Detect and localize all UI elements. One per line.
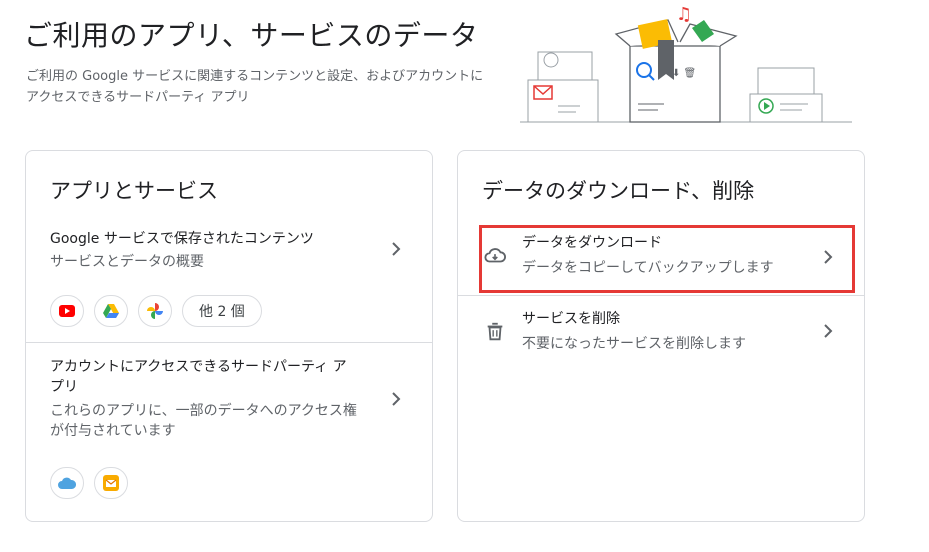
data-boxes-illustration: ♫ ⬇ 🗑 xyxy=(520,4,852,123)
page-title: ご利用のアプリ、サービスのデータ xyxy=(24,19,479,52)
data-card-title: データのダウンロード、削除 xyxy=(482,179,755,203)
chevron-right-icon xyxy=(824,324,833,338)
youtube-icon[interactable] xyxy=(50,295,84,327)
more-services-chip[interactable]: 他 2 個 xyxy=(182,295,262,327)
delete-service-subtitle: 不要になったサービスを削除します xyxy=(522,336,746,352)
delete-service-title: サービスを削除 xyxy=(522,311,620,327)
google-content-title: Google サービスで保存されたコンテンツ xyxy=(50,231,314,247)
svg-text:⬇ 🗑: ⬇ 🗑 xyxy=(672,67,696,79)
mail-app-icon[interactable] xyxy=(94,467,128,499)
apps-card-title: アプリとサービス xyxy=(50,179,218,203)
trash-icon xyxy=(487,322,503,341)
download-highlight-box xyxy=(479,225,855,293)
cloud-app-icon[interactable] xyxy=(50,467,84,499)
google-photos-icon[interactable] xyxy=(138,295,172,327)
google-drive-icon[interactable] xyxy=(94,295,128,327)
chevron-right-icon xyxy=(392,392,401,406)
data-card-divider xyxy=(458,295,864,296)
third-party-subtitle: これらのアプリに、一部のデータへのアクセス権が付与されています xyxy=(50,403,357,439)
chevron-right-icon xyxy=(392,242,401,256)
third-party-apps-row[interactable]: アカウントにアクセスできるサードパーティ アプリ これらのアプリに、一部のデータ… xyxy=(26,343,432,463)
svg-text:♫: ♫ xyxy=(676,4,692,25)
download-delete-data-card: データのダウンロード、削除 データをダウンロード データをコピーしてバックアップ… xyxy=(457,150,865,522)
page-description: ご利用の Google サービスに関連するコンテンツと設定、およびアカウントにア… xyxy=(26,69,484,105)
delete-service-row[interactable]: サービスを削除 不要になったサービスを削除します xyxy=(458,301,864,371)
apps-and-services-card: アプリとサービス Google サービスで保存されたコンテンツ サービスとデータ… xyxy=(25,150,433,522)
google-content-subtitle: サービスとデータの概要 xyxy=(50,254,204,270)
third-party-title: アカウントにアクセスできるサードパーティ アプリ xyxy=(50,359,347,395)
